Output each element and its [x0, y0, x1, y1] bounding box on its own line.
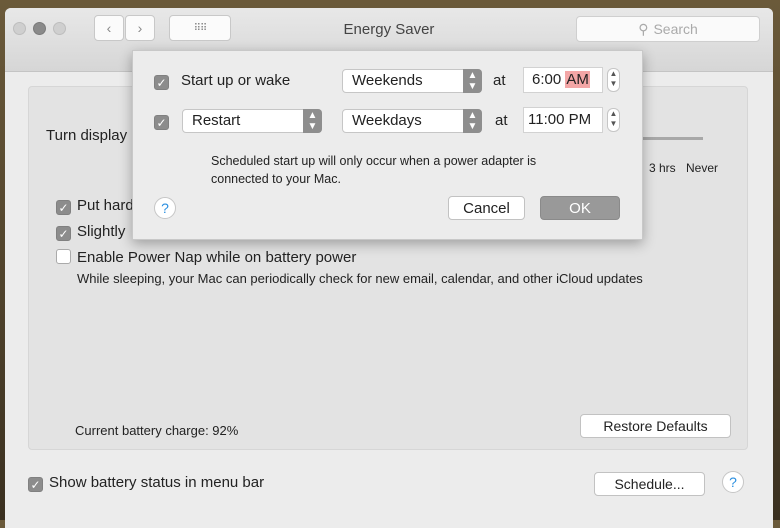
- show-battery-status-checkbox[interactable]: ✓ Show battery status in menu bar: [28, 474, 264, 492]
- restart-checkbox[interactable]: ✓: [154, 112, 175, 130]
- search-input[interactable]: ⚲ Search: [576, 16, 760, 42]
- turn-display-label: Turn display: [46, 127, 128, 144]
- battery-charge-text: Current battery charge: 92%: [75, 423, 239, 438]
- put-hard-label: Put hard: [77, 197, 134, 214]
- restart-day-value: Weekdays: [352, 112, 422, 129]
- search-icon: ⚲: [638, 20, 649, 37]
- action-value: Restart: [192, 112, 241, 129]
- checkmark-icon: ✓: [56, 200, 71, 215]
- startup-time-value: 6:00: [532, 71, 562, 88]
- schedule-sheet: ✓ Start up or wake Weekends ▲ ▼ at 6:00 AM …: [132, 50, 643, 240]
- checkbox-empty-icon: [56, 249, 71, 264]
- startup-time-stepper[interactable]: ▲ ▼: [607, 68, 620, 92]
- cancel-button[interactable]: Cancel: [448, 196, 525, 220]
- startup-wake-label: Start up or wake: [181, 72, 291, 89]
- updown-arrows-icon: ▲ ▼: [463, 69, 482, 93]
- startup-day-value: Weekends: [352, 72, 423, 89]
- updown-arrows-icon: ▲ ▼: [463, 109, 482, 133]
- power-nap-checkbox[interactable]: Enable Power Nap while on battery power: [56, 249, 356, 266]
- startup-day-select[interactable]: Weekends ▲ ▼: [342, 69, 482, 93]
- updown-arrows-icon: ▲ ▼: [303, 109, 322, 133]
- tick-never: Never: [686, 161, 719, 175]
- action-select[interactable]: Restart ▲ ▼: [182, 109, 322, 133]
- at-label-1: at: [493, 72, 506, 89]
- put-hard-disks-checkbox[interactable]: ✓ Put hard: [56, 197, 134, 215]
- restart-time-stepper[interactable]: ▲ ▼: [607, 108, 620, 132]
- note-line-1: Scheduled start up will only occur when …: [211, 154, 537, 168]
- sheet-help-button[interactable]: ?: [154, 197, 176, 219]
- question-icon: ?: [729, 474, 737, 490]
- slightly-label: Slightly: [77, 223, 126, 240]
- note-line-2: connected to your Mac.: [211, 172, 341, 186]
- question-icon: ?: [161, 200, 169, 216]
- display-sleep-slider[interactable]: [635, 137, 703, 140]
- help-button[interactable]: ?: [722, 471, 744, 493]
- checkmark-icon: ✓: [28, 477, 43, 492]
- restart-day-select[interactable]: Weekdays ▲ ▼: [342, 109, 482, 133]
- startup-time-field[interactable]: 6:00 AM: [523, 67, 603, 93]
- tick-3hrs: 3 hrs: [649, 161, 676, 175]
- ok-button[interactable]: OK: [540, 196, 620, 220]
- slightly-dim-checkbox[interactable]: ✓ Slightly: [56, 223, 125, 241]
- startup-ampm-selected[interactable]: AM: [565, 71, 590, 88]
- restart-time-field[interactable]: 11:00 PM: [523, 107, 603, 133]
- startup-wake-checkbox[interactable]: ✓ Start up or wake: [154, 72, 290, 90]
- checkmark-icon: ✓: [154, 115, 169, 130]
- checkmark-icon: ✓: [56, 226, 71, 241]
- checkmark-icon: ✓: [154, 75, 169, 90]
- power-nap-label: Enable Power Nap while on battery power: [77, 249, 357, 266]
- schedule-button[interactable]: Schedule...: [594, 472, 705, 496]
- show-battery-status-label: Show battery status in menu bar: [49, 474, 265, 491]
- restore-defaults-button[interactable]: Restore Defaults: [580, 414, 731, 438]
- power-nap-description: While sleeping, your Mac can periodicall…: [77, 271, 643, 286]
- search-placeholder: Search: [653, 21, 698, 37]
- schedule-note: Scheduled start up will only occur when …: [211, 152, 536, 188]
- at-label-2: at: [495, 112, 508, 129]
